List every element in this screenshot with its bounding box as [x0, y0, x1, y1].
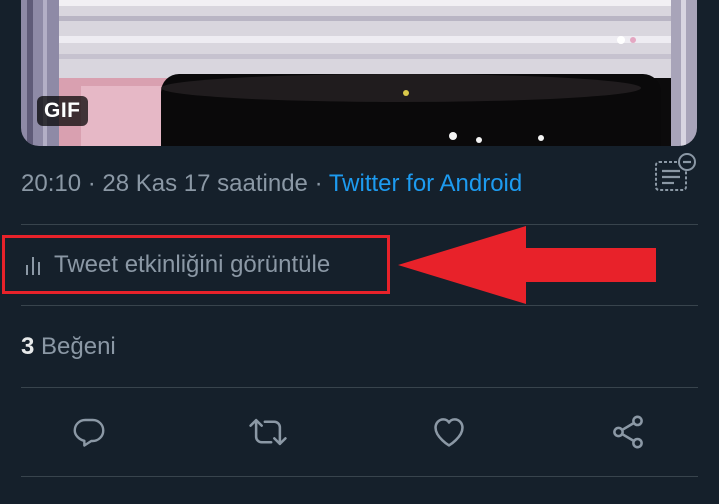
gif-media[interactable] [21, 0, 697, 146]
likes-label: Beğeni [41, 333, 116, 360]
bar-chart-icon [26, 257, 40, 275]
share-button[interactable] [608, 412, 648, 452]
gif-frame-image [21, 0, 697, 146]
meta-separator: · [314, 170, 323, 197]
like-button[interactable] [429, 412, 469, 452]
retweet-icon [249, 418, 287, 446]
tweet-detail-page: GIF 20:10 · 28 Kas 17 saatinde · Twitter… [0, 0, 719, 504]
view-tweet-activity-link[interactable]: Tweet etkinliğini görüntüle [24, 251, 330, 279]
share-icon [613, 415, 643, 449]
tweet-date[interactable]: 28 Kas 17 saatinde [102, 170, 308, 197]
divider [21, 476, 698, 477]
divider [21, 305, 698, 306]
likes-count-row[interactable]: 3 Beğeni [21, 333, 116, 361]
tweet-time[interactable]: 20:10 [21, 170, 81, 197]
gif-badge: GIF [37, 96, 88, 126]
meta-separator: · [87, 170, 96, 197]
likes-count: 3 [21, 333, 35, 360]
reply-icon [73, 418, 105, 447]
retweet-button[interactable] [248, 412, 288, 452]
heart-icon [434, 418, 464, 447]
tweet-source-link[interactable]: Twitter for Android [329, 170, 522, 197]
reply-button[interactable] [69, 412, 109, 452]
translate-tweet-icon[interactable] [652, 152, 698, 198]
view-tweet-activity-label: Tweet etkinliğini görüntüle [54, 251, 331, 278]
divider [21, 387, 698, 388]
tweet-timestamp-row: 20:10 · 28 Kas 17 saatinde · Twitter for… [21, 170, 522, 198]
annotation-arrow-icon [398, 226, 656, 304]
divider [21, 224, 698, 225]
